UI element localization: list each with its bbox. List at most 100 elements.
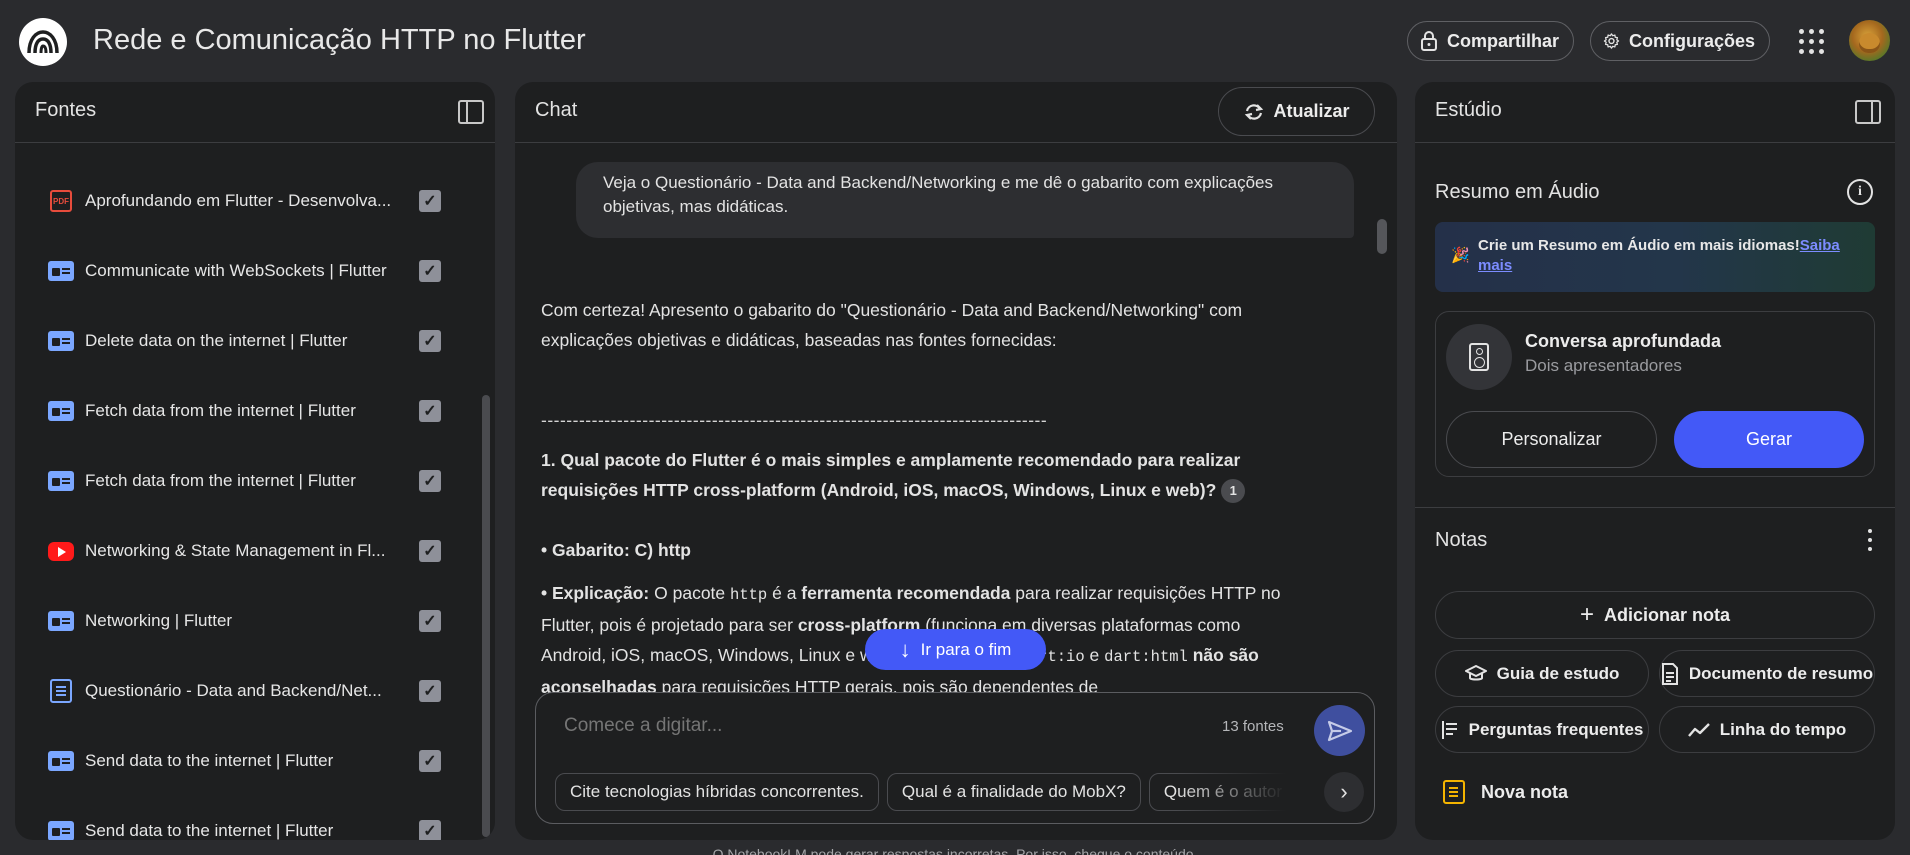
notes-title: Notas (1435, 529, 1488, 551)
jump-label: Ir para o fim (920, 639, 1012, 659)
explanation-text: é a (767, 583, 802, 603)
settings-label: Configurações (1628, 30, 1755, 51)
source-item[interactable]: Questionário - Data and Backend/Net... ✓ (15, 666, 465, 716)
source-checkbox[interactable]: ✓ (419, 820, 441, 840)
top-bar: Rede e Comunicação HTTP no Flutter Compa… (0, 0, 1910, 82)
audio-banner: 🎉 Crie um Resumo em Áudio em mais idioma… (1435, 222, 1875, 292)
chat-panel: Chat Atualizar Veja o Questionário - Dat… (515, 82, 1397, 840)
web-icon (48, 471, 74, 491)
refresh-icon (1245, 103, 1264, 120)
sources-title: Fontes (35, 99, 97, 121)
collapse-panel-icon[interactable] (1855, 100, 1881, 124)
add-note-button[interactable]: + Adicionar nota (1435, 591, 1875, 639)
source-item[interactable]: Networking & State Management in Fl... ✓ (15, 526, 465, 576)
new-note-item[interactable]: Nova nota (1443, 780, 1568, 804)
studio-panel: Estúdio Resumo em Áudio i 🎉 Crie um Resu… (1415, 82, 1895, 840)
source-checkbox[interactable]: ✓ (419, 190, 441, 212)
notebooklm-logo-icon[interactable] (19, 18, 67, 66)
settings-button[interactable]: Configurações (1590, 21, 1770, 61)
notebook-title[interactable]: Rede e Comunicação HTTP no Flutter (93, 24, 586, 57)
audio-overview-title: Resumo em Áudio (1435, 181, 1600, 203)
source-label: Communicate with WebSockets | Flutter (85, 261, 387, 280)
source-label: Send data to the internet | Flutter (85, 751, 334, 770)
code-inline: http (730, 586, 768, 604)
source-checkbox[interactable]: ✓ (419, 610, 441, 632)
source-item[interactable]: Send data to the internet | Flutter ✓ (15, 806, 465, 840)
summary-document-label: Documento de resumo (1688, 663, 1874, 683)
chevron-right-icon[interactable]: › (1324, 772, 1364, 812)
source-item[interactable]: Communicate with WebSockets | Flutter ✓ (15, 246, 465, 296)
timeline-button[interactable]: Linha do tempo (1659, 706, 1875, 753)
source-item[interactable]: Fetch data from the internet | Flutter ✓ (15, 386, 465, 436)
source-checkbox[interactable]: ✓ (419, 400, 441, 422)
customize-button[interactable]: Personalizar (1446, 411, 1657, 468)
web-icon (48, 611, 74, 631)
question-1: 1. Qual pacote do Flutter é o mais simpl… (541, 445, 1301, 505)
avatar[interactable] (1849, 20, 1890, 61)
web-icon (48, 261, 74, 281)
collapse-panel-icon[interactable] (458, 100, 484, 124)
document-summary-icon (1661, 662, 1678, 685)
source-label: Questionário - Data and Backend/Net... (85, 681, 382, 700)
citation-badge[interactable]: 1 (1221, 479, 1246, 504)
web-icon (48, 821, 74, 840)
party-icon: 🎉 (1451, 247, 1470, 264)
more-options-icon[interactable] (1867, 529, 1873, 551)
audio-card: Conversa aprofundada Dois apresentadores… (1435, 311, 1875, 477)
study-guide-button[interactable]: Guia de estudo (1435, 650, 1649, 697)
source-checkbox[interactable]: ✓ (419, 750, 441, 772)
refresh-button[interactable]: Atualizar (1218, 87, 1375, 136)
code-inline: dart:html (1104, 648, 1188, 666)
source-item[interactable]: Networking | Flutter ✓ (15, 596, 465, 646)
explanation-text: e (1084, 645, 1105, 665)
banner-message: Crie um Resumo em Áudio em mais idiomas! (1478, 237, 1800, 254)
source-item[interactable]: Delete data on the internet | Flutter ✓ (15, 316, 465, 366)
speaker-icon (1446, 324, 1512, 390)
suggestion-chip[interactable]: Cite tecnologias híbridas concorrentes. (555, 773, 879, 811)
summary-document-button[interactable]: Documento de resumo (1659, 650, 1875, 697)
add-note-label: Adicionar nota (1604, 604, 1731, 625)
chips-fade (1176, 771, 1306, 817)
source-count: 13 fontes (1222, 718, 1284, 735)
disclaimer-note: O NotebookLM pode gerar respostas incorr… (712, 846, 1198, 855)
source-checkbox[interactable]: ✓ (419, 540, 441, 562)
apps-grid-icon[interactable] (1797, 27, 1824, 54)
source-checkbox[interactable]: ✓ (419, 260, 441, 282)
source-label: Fetch data from the internet | Flutter (85, 471, 356, 490)
plus-icon: + (1579, 601, 1594, 628)
info-icon[interactable]: i (1847, 179, 1873, 205)
answer-intro: Com certeza! Apresento o gabarito do "Qu… (541, 300, 1243, 350)
suggestion-chip[interactable]: Qual é a finalidade do MobX? (886, 773, 1141, 811)
study-guide-label: Guia de estudo (1496, 663, 1620, 683)
source-label: Send data to the internet | Flutter (85, 821, 334, 840)
refresh-label: Atualizar (1273, 101, 1350, 121)
source-checkbox[interactable]: ✓ (419, 330, 441, 352)
share-label: Compartilhar (1446, 30, 1559, 51)
source-label: Fetch data from the internet | Flutter (85, 401, 356, 420)
source-item[interactable]: PDF Aprofundando em Flutter - Desenvolva… (15, 176, 465, 226)
generate-button[interactable]: Gerar (1674, 411, 1864, 468)
faq-label: Perguntas frequentes (1468, 719, 1644, 739)
chat-scrollbar[interactable] (1377, 219, 1387, 254)
pdf-icon: PDF (50, 190, 72, 212)
chat-input[interactable] (564, 715, 1064, 737)
lock-icon (1420, 31, 1437, 51)
arrow-down-icon: ↓ (899, 636, 911, 662)
faq-list-icon (1441, 720, 1457, 739)
source-item[interactable]: Fetch data from the internet | Flutter ✓ (15, 456, 465, 506)
source-label: Networking | Flutter (85, 611, 233, 630)
source-checkbox[interactable]: ✓ (419, 680, 441, 702)
source-item[interactable]: Send data to the internet | Flutter ✓ (15, 736, 465, 786)
send-button[interactable] (1314, 705, 1365, 756)
web-icon (48, 751, 74, 771)
assistant-answer: Com certeza! Apresento o gabarito do "Qu… (541, 295, 1301, 697)
source-checkbox[interactable]: ✓ (419, 470, 441, 492)
question-1-text: 1. Qual pacote do Flutter é o mais simpl… (541, 450, 1241, 500)
graduation-cap-icon (1464, 664, 1487, 680)
faq-button[interactable]: Perguntas frequentes (1435, 706, 1649, 753)
sources-scrollbar[interactable] (482, 395, 490, 837)
share-button[interactable]: Compartilhar (1407, 21, 1574, 61)
source-label: Networking & State Management in Fl... (85, 541, 386, 560)
banner-text: Crie um Resumo em Áudio em mais idiomas!… (1478, 236, 1868, 276)
jump-to-end-button[interactable]: ↓ Ir para o fim (865, 629, 1046, 670)
